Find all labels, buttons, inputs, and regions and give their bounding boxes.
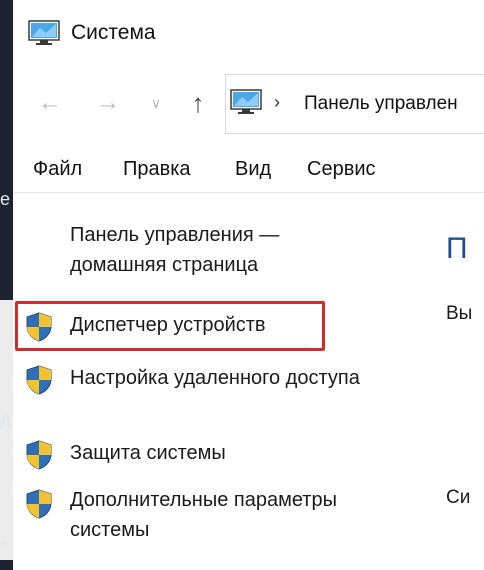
control-panel-home-link[interactable]: Панель управления — домашняя страница xyxy=(70,220,370,280)
address-bar[interactable]: › Панель управлен xyxy=(225,74,484,134)
desktop-text-fragment: д xyxy=(0,409,11,429)
desktop-text-fragment: e xyxy=(0,189,11,209)
uac-shield-icon xyxy=(26,365,52,395)
menu-bar: Файл Правка Вид Сервис xyxy=(13,150,484,193)
content-heading: П xyxy=(446,232,468,265)
monitor-icon xyxy=(28,20,60,45)
system-window: Система ← → ∨ ↑ › Панель управлен Файл П… xyxy=(13,0,484,570)
forward-arrow-icon[interactable]: → xyxy=(95,90,121,116)
desktop-background-strip: e д c xyxy=(0,0,13,570)
menu-service[interactable]: Сервис xyxy=(307,158,376,181)
content-text-fragment: Си xyxy=(446,487,471,508)
monitor-icon xyxy=(230,89,262,114)
task-label: Защита системы xyxy=(70,442,226,464)
menu-view[interactable]: Вид xyxy=(235,158,271,181)
breadcrumb-control-panel[interactable]: Панель управлен xyxy=(304,93,458,115)
uac-shield-icon xyxy=(26,440,52,470)
menu-file[interactable]: Файл xyxy=(33,158,82,181)
tasks-pane: Панель управления — домашняя страница Ди… xyxy=(13,200,438,570)
menu-edit[interactable]: Правка xyxy=(123,158,191,181)
uac-shield-icon xyxy=(26,489,52,519)
title-bar[interactable]: Система xyxy=(13,0,484,70)
window-title: Система xyxy=(71,21,156,44)
background-window-edge xyxy=(0,300,13,560)
uac-shield-icon xyxy=(26,312,52,342)
up-arrow-icon[interactable]: ↑ xyxy=(185,90,211,116)
task-label: Диспетчер устройств xyxy=(70,314,266,336)
content-text-fragment: Вы xyxy=(446,303,473,324)
desktop-text-fragment: c xyxy=(0,536,7,552)
task-label: Настройка удаленного доступа xyxy=(70,367,360,389)
back-arrow-icon[interactable]: ← xyxy=(37,90,63,116)
breadcrumb-separator-icon[interactable]: › xyxy=(274,92,280,113)
navigation-bar: ← → ∨ ↑ › Панель управлен xyxy=(13,72,484,138)
recent-locations-chevron-icon[interactable]: ∨ xyxy=(147,90,165,116)
menu-divider xyxy=(13,192,484,193)
task-label: Дополнительные параметры системы xyxy=(70,489,337,541)
